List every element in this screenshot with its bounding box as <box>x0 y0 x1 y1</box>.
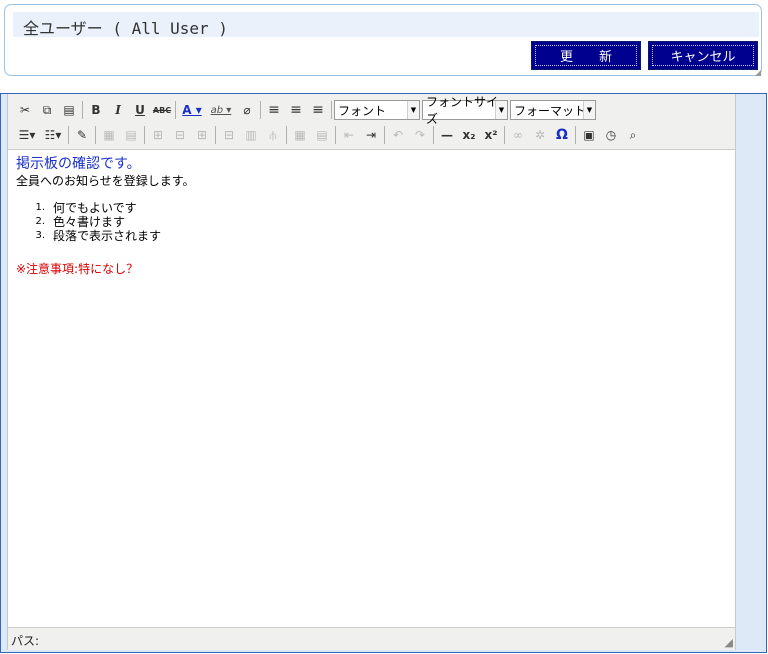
toolbar-separator <box>82 101 83 119</box>
split-cells-icon[interactable]: ⫛ <box>262 124 284 146</box>
insert-row-icon[interactable]: ⊞ <box>147 124 169 146</box>
toolbar-separator <box>504 126 505 144</box>
list-item-text: 色々書けます <box>53 215 126 229</box>
font-select[interactable]: フォント ▼ <box>334 100 420 120</box>
font-color-icon[interactable]: A ▾ <box>178 99 206 121</box>
page-title: 全ユーザー ( All User ) <box>23 19 228 38</box>
toolbar-separator <box>144 126 145 144</box>
preview-icon[interactable]: ⌕ <box>622 124 644 146</box>
cell-merge-icon[interactable]: ▦ <box>289 124 311 146</box>
path-label: パス: <box>11 634 40 648</box>
italic-icon[interactable]: I <box>107 99 129 121</box>
cancel-button-label: キャンセル <box>652 45 754 66</box>
underline-icon[interactable]: U <box>129 99 151 121</box>
content-list: 1. 何でもよいです 2. 色々書けます 3. 段落で表示されます <box>16 201 731 243</box>
cancel-button[interactable]: キャンセル <box>648 41 758 70</box>
align-left-icon[interactable]: ≡ <box>263 99 285 121</box>
outdent-icon[interactable]: ⇤ <box>338 124 360 146</box>
eraser-icon[interactable]: ⌀ <box>236 99 258 121</box>
bullet-list-icon[interactable]: ☰▾ <box>14 124 40 146</box>
align-center-icon[interactable]: ≡ <box>285 99 307 121</box>
toolbar-separator <box>335 126 336 144</box>
chevron-down-icon: ▼ <box>407 101 419 119</box>
toolbar-separator <box>286 126 287 144</box>
list-number: 2. <box>35 216 45 227</box>
list-item: 2. 色々書けます <box>16 215 731 229</box>
unlink-icon[interactable]: ✲ <box>529 124 551 146</box>
cell-split-icon[interactable]: ▤ <box>311 124 333 146</box>
toolbar-separator <box>384 126 385 144</box>
superscript-icon[interactable]: x² <box>480 124 502 146</box>
toolbar-row-1: ✂ ⧉ ▤ B I U ABC A ▾ ab ▾ ⌀ ≡ ≡ ≡ フォント ▼ <box>14 95 598 126</box>
update-button[interactable]: 更 新 <box>531 41 641 70</box>
editor-toolbar: ✂ ⧉ ▤ B I U ABC A ▾ ab ▾ ⌀ ≡ ≡ ≡ フォント ▼ <box>8 94 735 150</box>
merge-cells-icon[interactable]: ▥ <box>240 124 262 146</box>
title-bar: 全ユーザー ( All User ) <box>13 12 759 38</box>
edit-source-icon[interactable]: ✎ <box>71 124 93 146</box>
editor-frame: ✂ ⧉ ▤ B I U ABC A ▾ ab ▾ ⌀ ≡ ≡ ≡ フォント ▼ <box>0 93 767 653</box>
header-panel: 全ユーザー ( All User ) 更 新 キャンセル ◢ <box>4 4 763 77</box>
font-size-select[interactable]: フォントサイズ ▼ <box>422 95 508 126</box>
content-heading: 掲示板の確認です。 <box>16 156 141 172</box>
indent-icon[interactable]: ⇥ <box>360 124 382 146</box>
copy-icon[interactable]: ⧉ <box>36 99 58 121</box>
chevron-down-icon: ▼ <box>583 101 595 119</box>
font-select-value: フォント <box>338 103 387 118</box>
update-button-label: 更 新 <box>535 45 637 66</box>
strikethrough-icon[interactable]: ABC <box>151 99 173 121</box>
toolbar-separator <box>68 126 69 144</box>
cut-icon[interactable]: ✂ <box>14 99 36 121</box>
resize-grip-icon[interactable]: ◢ <box>755 69 763 77</box>
toolbar-separator <box>433 126 434 144</box>
toolbar-row-2: ☰▾ ☷▾ ✎ ▦ ▤ ⊞ ⊟ ⊞ ⊟ ▥ ⫛ ▦ ▤ ⇤ ⇥ ↶ ↷ — x₂… <box>14 123 644 147</box>
delete-row-icon[interactable]: ⊟ <box>169 124 191 146</box>
date-icon[interactable]: ▣ <box>578 124 600 146</box>
chevron-down-icon: ▼ <box>495 101 507 119</box>
insert-col-icon[interactable]: ⊞ <box>191 124 213 146</box>
editor-area: ✂ ⧉ ▤ B I U ABC A ▾ ab ▾ ⌀ ≡ ≡ ≡ フォント ▼ <box>7 94 736 650</box>
editor-content[interactable]: 掲示板の確認です。 全員へのお知らせを登録します。 1. 何でもよいです 2. 色々… <box>16 156 731 277</box>
list-number: 3. <box>35 230 45 241</box>
notice-text: ※注意事項:特になし？ <box>16 262 139 276</box>
undo-icon[interactable]: ↶ <box>387 124 409 146</box>
toolbar-separator <box>175 101 176 119</box>
numbered-list-icon[interactable]: ☷▾ <box>40 124 66 146</box>
toolbar-separator <box>575 126 576 144</box>
link-icon[interactable]: ∞ <box>507 124 529 146</box>
table-props-icon[interactable]: ▤ <box>120 124 142 146</box>
align-right-icon[interactable]: ≡ <box>307 99 329 121</box>
editor-statusbar: パス: ◢ <box>8 627 735 650</box>
list-number: 1. <box>35 202 45 213</box>
list-item-text: 段落で表示されます <box>53 229 162 243</box>
table-icon[interactable]: ▦ <box>98 124 120 146</box>
list-item-text: 何でもよいです <box>53 201 137 215</box>
horizontal-rule-icon[interactable]: — <box>436 124 458 146</box>
resize-grip-icon[interactable]: ◢ <box>725 636 733 649</box>
bold-icon[interactable]: B <box>85 99 107 121</box>
paste-icon[interactable]: ▤ <box>58 99 80 121</box>
highlight-color-icon[interactable]: ab ▾ <box>206 99 236 121</box>
list-item: 1. 何でもよいです <box>16 201 731 215</box>
redo-icon[interactable]: ↷ <box>409 124 431 146</box>
special-char-icon[interactable]: Ω <box>551 124 573 146</box>
time-icon[interactable]: ◷ <box>600 124 622 146</box>
toolbar-separator <box>95 126 96 144</box>
delete-col-icon[interactable]: ⊟ <box>218 124 240 146</box>
toolbar-separator <box>331 101 332 119</box>
list-item: 3. 段落で表示されます <box>16 229 731 243</box>
toolbar-separator <box>260 101 261 119</box>
content-intro: 全員へのお知らせを登録します。 <box>16 174 195 188</box>
format-select-value: フォーマット <box>514 103 587 118</box>
format-select[interactable]: フォーマット ▼ <box>510 100 596 120</box>
subscript-icon[interactable]: x₂ <box>458 124 480 146</box>
toolbar-separator <box>215 126 216 144</box>
